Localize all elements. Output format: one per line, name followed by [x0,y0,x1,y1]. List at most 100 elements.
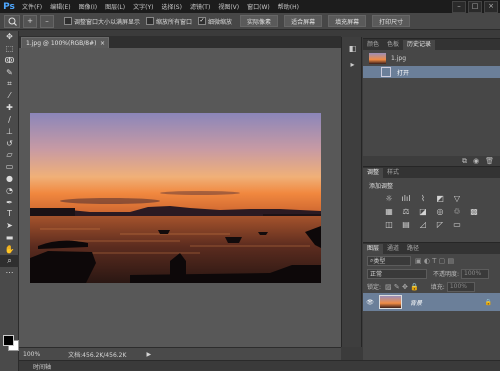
gradient-map-icon[interactable]: ▭ [451,220,463,230]
hue-saturation-icon[interactable]: ▦ [383,207,395,217]
lock-label: 锁定: [367,284,382,291]
lock-icons[interactable]: ▨ ✎ ✥ 🔒 [385,283,419,291]
filter-icons[interactable]: ▣ ◐ T ▢ ▤ [415,257,454,265]
layer-filter-row: ⌕ 类型 ▣ ◐ T ▢ ▤ [363,254,500,267]
history-panel-icon[interactable]: ◧ [342,40,363,56]
brush-tool-icon[interactable]: ∕ [0,114,19,126]
minimize-button[interactable]: – [452,1,466,13]
print-size-button[interactable]: 打印尺寸 [372,15,411,27]
delete-icon[interactable]: 🗑 [485,157,494,165]
more-tools-icon[interactable]: ⋯ [0,267,19,279]
timeline-label: 时间轴 [33,363,52,371]
opacity-input[interactable]: 100% [461,268,490,279]
exposure-icon[interactable]: ◩ [434,194,446,204]
clone-stamp-tool-icon[interactable]: ⊥ [0,125,19,137]
tab-layers[interactable]: 图层 [363,244,384,254]
restore-button[interactable]: □ [468,1,482,13]
history-snapshot-row[interactable]: 1.jpg [363,50,500,66]
menu-edit[interactable]: 编辑(E) [46,2,74,11]
lasso-tool-icon[interactable]: ↂ [0,55,19,67]
zoom-out-button[interactable]: – [40,14,54,28]
zoom-tool-preset-button[interactable] [4,14,20,28]
scrubby-zoom-checkbox[interactable]: ✓ 细微缩放 [198,17,232,26]
tab-history[interactable]: 历史记录 [403,40,436,50]
tab-paths[interactable]: 路径 [403,244,423,254]
healing-brush-tool-icon[interactable]: ✚ [0,102,19,114]
threshold-icon[interactable]: ◿ [417,220,429,230]
color-balance-icon[interactable]: ⚖ [400,207,412,217]
tab-adjustments[interactable]: 调整 [363,168,384,178]
eraser-tool-icon[interactable]: ▱ [0,149,19,161]
color-swatches[interactable] [3,335,19,351]
tab-styles[interactable]: 样式 [383,168,403,178]
menu-view[interactable]: 视图(V) [214,2,243,11]
fill-screen-button[interactable]: 填充屏幕 [328,15,367,27]
zoom-all-windows-checkbox[interactable]: 缩放所有窗口 [146,17,192,26]
brightness-contrast-icon[interactable]: ☼ [383,194,395,204]
tab-swatches[interactable]: 色板 [383,40,403,50]
create-snapshot-icon[interactable]: ◉ [473,157,479,165]
menu-image[interactable]: 图像(I) [75,2,101,11]
dodge-tool-icon[interactable]: ◔ [0,184,19,196]
menu-window[interactable]: 窗口(W) [243,2,274,11]
history-brush-tool-icon[interactable]: ↺ [0,137,19,149]
status-bar: 100% 文档:456.2K/456.2K ▶ [19,347,341,360]
selective-color-icon[interactable]: ◸ [434,220,446,230]
channel-mixer-icon[interactable]: ♲ [451,207,463,217]
status-menu-arrow-icon[interactable]: ▶ [146,351,151,358]
eyedropper-tool-icon[interactable]: ⁄ [0,90,19,102]
tab-color[interactable]: 颜色 [363,40,383,50]
menu-filter[interactable]: 滤镜(T) [186,2,214,11]
close-button[interactable]: × [484,1,498,13]
fill-input[interactable]: 100% [446,281,475,292]
vibrance-icon[interactable]: ▽ [451,194,463,204]
menu-file[interactable]: 文件(F) [18,2,46,11]
quick-select-tool-icon[interactable]: ✎ [0,66,19,78]
zoom-in-button[interactable]: + [23,14,37,28]
marquee-tool-icon[interactable]: ⬚ [0,43,19,55]
opacity-label: 不透明度: [433,271,460,278]
zoom-level[interactable]: 100% [23,351,40,358]
photoshop-logo: Ps [3,1,15,12]
actions-panel-icon[interactable]: ▸ [342,56,363,72]
blend-mode-select[interactable]: 正常 [367,268,427,279]
invert-icon[interactable]: ◫ [383,220,395,230]
timeline-panel-bar[interactable]: 时间轴 [19,360,500,371]
menu-layer[interactable]: 图层(L) [101,2,129,11]
close-document-icon[interactable]: × [100,40,105,47]
fit-screen-button[interactable]: 适合屏幕 [284,15,323,27]
layer-name[interactable]: 背景 [410,298,422,307]
resize-window-checkbox[interactable]: 调整窗口大小以满屏显示 [64,17,140,26]
foreground-color-swatch[interactable] [3,335,14,346]
color-lookup-icon[interactable]: ▩ [468,207,480,217]
new-document-from-state-icon[interactable]: ⧉ [462,157,467,166]
path-selection-tool-icon[interactable]: ➤ [0,220,19,232]
type-tool-icon[interactable]: T [0,208,19,220]
layer-row-background[interactable]: 👁 背景 🔒 [363,293,500,311]
fill-label: 填充: [430,284,445,291]
actual-pixels-button[interactable]: 实际像素 [240,15,279,27]
gradient-tool-icon[interactable]: ▭ [0,161,19,173]
adjustments-panel-tabs: 调整 样式 [363,167,500,178]
document-tab[interactable]: 1.jpg @ 100%(RGB/8#) × [21,37,109,48]
black-white-icon[interactable]: ◪ [417,207,429,217]
history-step-row[interactable]: 打开 [363,66,500,78]
move-tool-icon[interactable]: ✥ [0,31,19,43]
shape-tool-icon[interactable]: ▬ [0,232,19,244]
menu-select[interactable]: 选择(S) [157,2,186,11]
levels-icon[interactable]: ılıl [400,194,412,204]
tab-channels[interactable]: 通道 [383,244,403,254]
layer-filter-kind-select[interactable]: ⌕ 类型 [367,255,411,266]
posterize-icon[interactable]: ▤ [400,220,412,230]
scrubby-zoom-label: 细微缩放 [208,18,233,26]
layer-visibility-eye-icon[interactable]: 👁 [363,299,377,306]
zoom-tool-icon[interactable]: ⌕ [0,255,19,267]
curves-icon[interactable]: ⌇ [417,194,429,204]
pen-tool-icon[interactable]: ✒ [0,196,19,208]
blur-tool-icon[interactable]: ● [0,173,19,185]
menu-type[interactable]: 文字(Y) [129,2,157,11]
crop-tool-icon[interactable]: ⌗ [0,78,19,90]
menu-help[interactable]: 帮助(H) [274,2,303,11]
photo-filter-icon[interactable]: ◎ [434,207,446,217]
hand-tool-icon[interactable]: ✋ [0,243,19,255]
